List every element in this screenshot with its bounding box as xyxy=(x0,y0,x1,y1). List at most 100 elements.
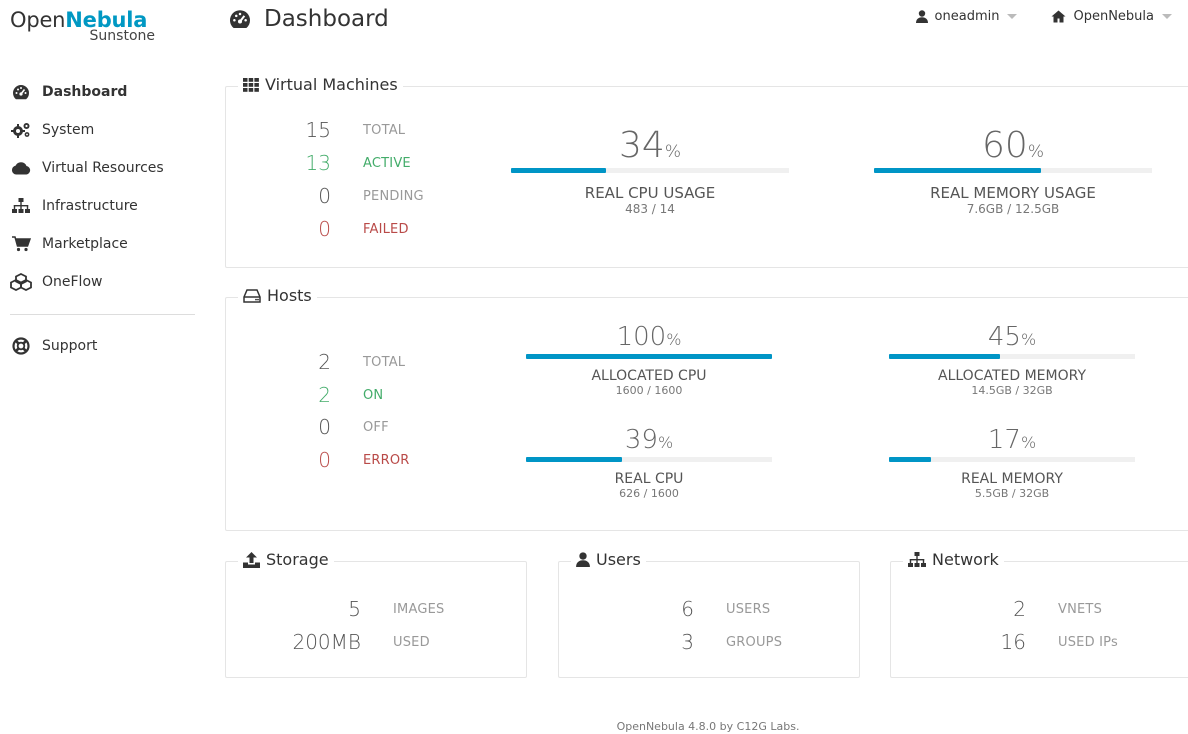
cubes-icon xyxy=(10,273,32,291)
hosts-error-value: 0 xyxy=(318,448,331,472)
vms-title: Virtual Machines xyxy=(265,75,398,94)
dashboard-icon xyxy=(10,83,32,101)
user-icon xyxy=(915,10,928,23)
gauge-subtitle: 5.5GB / 32GB xyxy=(974,487,1050,500)
life-ring-icon xyxy=(10,337,32,355)
cloud-icon xyxy=(10,159,32,177)
groups-count-label: GROUPS xyxy=(726,634,783,650)
hosts-off-row[interactable]: 0 OFF xyxy=(281,415,389,439)
user-name: oneadmin xyxy=(934,9,1000,24)
progress-bar xyxy=(874,168,1152,173)
network-vnets-row[interactable]: 2 VNETS xyxy=(946,597,1102,621)
sidebar-item-label: Virtual Resources xyxy=(42,160,164,176)
dashboard-icon xyxy=(228,9,252,29)
users-title: Users xyxy=(596,550,641,569)
hosts-error-row[interactable]: 0 ERROR xyxy=(281,448,410,472)
chevron-down-icon xyxy=(1007,14,1018,19)
hosts-off-label: OFF xyxy=(363,419,389,435)
storage-panel: Storage 5 IMAGES 200MB USED xyxy=(225,550,527,678)
sitemap-icon xyxy=(908,551,926,568)
vms-total-label: TOTAL xyxy=(363,122,406,138)
progress-bar-fill xyxy=(874,168,1041,173)
page-title: Dashboard xyxy=(228,6,389,32)
sidebar-item-support[interactable]: Support xyxy=(10,327,195,365)
network-ips-label: USED IPs xyxy=(1058,634,1118,650)
progress-bar xyxy=(511,168,789,173)
gauge-title: ALLOCATED MEMORY xyxy=(938,368,1086,384)
sidebar-item-virtual-resources[interactable]: Virtual Resources xyxy=(10,149,195,187)
hosts-total-value: 2 xyxy=(318,350,331,374)
hosts-total-row[interactable]: 2 TOTAL xyxy=(281,350,405,374)
users-legend: Users xyxy=(571,550,646,569)
hosts-allocated-cpu-gauge: 100% ALLOCATED CPU 1600 / 1600 xyxy=(526,322,772,397)
footer: OpenNebula 4.8.0 by C12G Labs. xyxy=(616,720,800,733)
groups-count-row[interactable]: 3 GROUPS xyxy=(614,630,782,654)
storage-title: Storage xyxy=(266,550,329,569)
storage-images-row[interactable]: 5 IMAGES xyxy=(281,597,444,621)
chevron-down-icon xyxy=(1162,14,1172,19)
network-vnets-label: VNETS xyxy=(1058,601,1103,617)
top-bar: oneadmin OpenNebula xyxy=(915,9,1172,24)
network-legend: Network xyxy=(903,550,1004,569)
vms-active-value: 13 xyxy=(305,151,331,175)
vms-panel: Virtual Machines 15 TOTAL 13 ACTIVE 0 PE… xyxy=(225,75,1188,268)
storage-images-value: 5 xyxy=(348,597,361,621)
vms-failed-row[interactable]: 0 FAILED xyxy=(281,217,409,241)
sidebar-item-label: System xyxy=(42,122,95,138)
vms-pending-row[interactable]: 0 PENDING xyxy=(281,184,424,208)
gauge-title: ALLOCATED CPU xyxy=(591,368,707,384)
network-ips-row[interactable]: 16 USED IPs xyxy=(946,630,1118,654)
gauge-title: REAL MEMORY xyxy=(961,471,1063,487)
th-icon xyxy=(243,77,259,92)
users-count-row[interactable]: 6 USERS xyxy=(614,597,770,621)
sidebar-item-dashboard[interactable]: Dashboard xyxy=(10,73,195,111)
gauge-subtitle: 1600 / 1600 xyxy=(615,384,683,397)
network-vnets-value: 2 xyxy=(1013,597,1026,621)
sidebar-item-marketplace[interactable]: Marketplace xyxy=(10,225,195,263)
gauge-title: REAL CPU USAGE xyxy=(584,184,716,202)
user-menu[interactable]: oneadmin xyxy=(915,9,1018,24)
hosts-total-label: TOTAL xyxy=(363,354,406,370)
sidebar-item-label: Support xyxy=(42,338,98,354)
hosts-on-row[interactable]: 2 ON xyxy=(281,383,383,407)
users-panel: Users 6 USERS 3 GROUPS xyxy=(558,550,860,678)
gauge-subtitle: 626 / 1600 xyxy=(619,487,679,500)
network-title: Network xyxy=(932,550,999,569)
vms-failed-value: 0 xyxy=(318,217,331,241)
hdd-icon xyxy=(243,288,261,303)
storage-legend: Storage xyxy=(238,550,334,569)
vms-pending-value: 0 xyxy=(318,184,331,208)
hosts-on-label: ON xyxy=(363,387,384,403)
sidebar-item-infrastructure[interactable]: Infrastructure xyxy=(10,187,195,225)
hosts-title: Hosts xyxy=(267,286,312,305)
sidebar-item-oneflow[interactable]: OneFlow xyxy=(10,263,195,301)
vms-active-row[interactable]: 13 ACTIVE xyxy=(281,151,411,175)
home-icon xyxy=(1051,10,1066,23)
sidebar-item-label: Dashboard xyxy=(42,84,128,100)
storage-used-label: USED xyxy=(393,634,430,650)
storage-used-value: 200MB xyxy=(292,630,361,654)
gauge-value: 34% xyxy=(619,125,681,166)
gauge-title: REAL CPU xyxy=(614,471,684,487)
gauge-title: REAL MEMORY USAGE xyxy=(930,184,1096,202)
progress-bar-fill xyxy=(511,168,606,173)
sidebar-item-system[interactable]: System xyxy=(10,111,195,149)
app-logo[interactable]: OpenNebula Sunstone xyxy=(10,8,160,44)
zone-name: OpenNebula xyxy=(1073,9,1154,24)
vms-active-label: ACTIVE xyxy=(363,155,411,171)
storage-used-row[interactable]: 200MB USED xyxy=(281,630,430,654)
hosts-real-memory-gauge: 17% REAL MEMORY 5.5GB / 32GB xyxy=(889,425,1135,500)
vms-failed-label: FAILED xyxy=(363,221,409,237)
hosts-on-value: 2 xyxy=(318,383,331,407)
zone-menu[interactable]: OpenNebula xyxy=(1051,9,1172,24)
hosts-off-value: 0 xyxy=(318,415,331,439)
storage-images-label: IMAGES xyxy=(393,601,445,617)
gauge-subtitle: 7.6GB / 12.5GB xyxy=(966,202,1060,216)
hosts-legend: Hosts xyxy=(238,286,317,305)
progress-bar xyxy=(526,354,772,359)
vms-cpu-gauge: 34% REAL CPU USAGE 483 / 14 xyxy=(511,125,789,216)
progress-bar xyxy=(889,354,1135,359)
progress-bar xyxy=(889,457,1135,462)
sidebar-divider xyxy=(10,314,195,315)
vms-total-row[interactable]: 15 TOTAL xyxy=(281,118,406,142)
